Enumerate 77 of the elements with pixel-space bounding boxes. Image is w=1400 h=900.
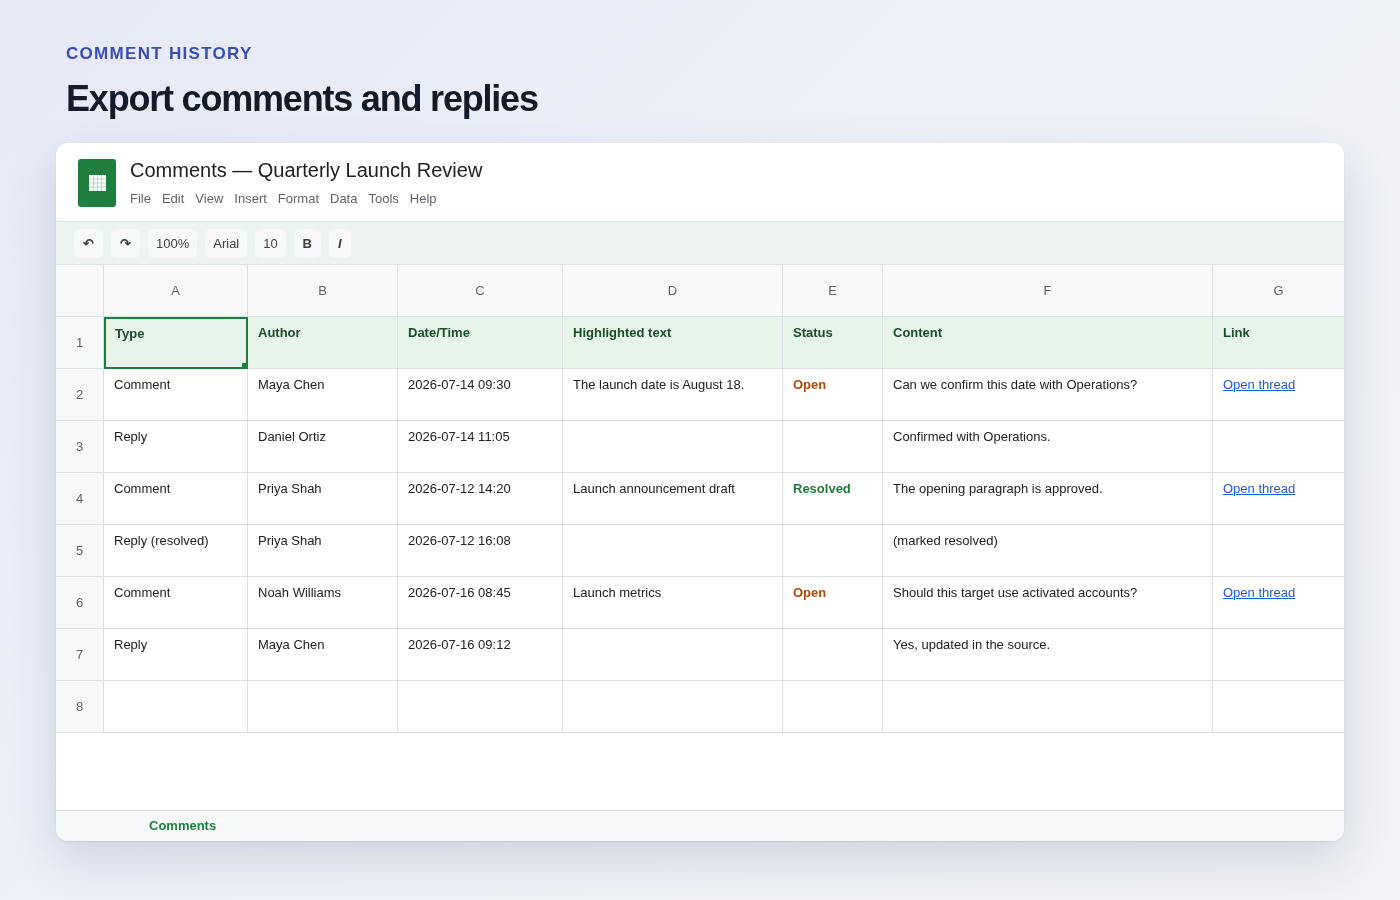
document-title: Comments — Quarterly Launch Review — [130, 158, 483, 182]
status-label: Open — [793, 377, 827, 392]
row-number[interactable]: 7 — [56, 629, 104, 681]
page-title: Export comments and replies — [66, 77, 539, 121]
menu-item[interactable]: Format — [277, 191, 319, 207]
header-cell: Type — [104, 317, 248, 369]
select-all-corner[interactable] — [56, 265, 104, 317]
table-cell: Maya Chen — [248, 369, 398, 421]
column-header[interactable]: F — [883, 265, 1213, 317]
row-number[interactable]: 1 — [56, 317, 104, 369]
header-cell: Link — [1213, 317, 1344, 369]
menu-item[interactable]: Edit — [161, 191, 185, 207]
font-button[interactable]: Arial — [205, 228, 248, 258]
sheet-tab[interactable]: Comments — [137, 811, 229, 841]
table-cell: Comment — [104, 369, 248, 421]
table-cell: Reply — [104, 629, 248, 681]
table-cell: Confirmed with Operations. — [883, 421, 1213, 473]
undo-button[interactable]: ↶ — [74, 228, 103, 258]
thread-link[interactable]: Open thread — [1223, 585, 1296, 600]
menu-item[interactable]: Help — [409, 191, 437, 207]
header-cell: Date/Time — [398, 317, 563, 369]
table-cell: Launch metrics — [563, 577, 783, 629]
column-header[interactable]: C — [398, 265, 563, 317]
column-header[interactable]: B — [248, 265, 398, 317]
menu-item[interactable]: Insert — [234, 191, 267, 207]
table-cell: 2026-07-12 14:20 — [398, 473, 563, 525]
menu-item[interactable]: Tools — [368, 191, 399, 207]
table-cell: Priya Shah — [248, 525, 398, 577]
table-cell: 2026-07-12 16:08 — [398, 525, 563, 577]
column-header[interactable]: E — [783, 265, 883, 317]
status-label: Open — [793, 585, 827, 600]
table-cell: Can we confirm this date with Operations? — [883, 369, 1213, 421]
table-cell: Comment — [104, 473, 248, 525]
font-size-button[interactable]: 10 — [255, 228, 286, 258]
bold-button[interactable]: B — [293, 228, 321, 258]
zoom-button[interactable]: 100% — [148, 228, 198, 258]
thread-link[interactable]: Open thread — [1223, 481, 1296, 496]
thread-link[interactable]: Open thread — [1223, 377, 1296, 392]
table-cell: Reply (resolved) — [104, 525, 248, 577]
table-cell: (marked resolved) — [883, 525, 1213, 577]
column-header[interactable]: G — [1213, 265, 1344, 317]
table-cell: Noah Williams — [248, 577, 398, 629]
row-number[interactable]: 8 — [56, 681, 104, 733]
table-cell: 2026-07-16 09:12 — [398, 629, 563, 681]
spreadsheet-icon — [78, 159, 116, 207]
header-cell: Highlighted text — [563, 317, 783, 369]
table-cell: Maya Chen — [248, 629, 398, 681]
status-label: Resolved — [793, 481, 851, 496]
table-cell: Daniel Ortiz — [248, 421, 398, 473]
section-label: COMMENT HISTORY — [66, 43, 254, 65]
table-cell: 2026-07-14 09:30 — [398, 369, 563, 421]
row-number[interactable]: 4 — [56, 473, 104, 525]
row-number[interactable]: 3 — [56, 421, 104, 473]
table-cell: Should this target use activated accounts? — [883, 577, 1213, 629]
row-number[interactable]: 6 — [56, 577, 104, 629]
table-cell: The opening paragraph is approved. — [883, 473, 1213, 525]
table-cell: Launch announcement draft — [563, 473, 783, 525]
table-cell: 2026-07-16 08:45 — [398, 577, 563, 629]
table-cell: Priya Shah — [248, 473, 398, 525]
header-cell: Author — [248, 317, 398, 369]
italic-button[interactable]: I — [328, 228, 351, 258]
table-cell: The launch date is August 18. — [563, 369, 783, 421]
table-cell: 2026-07-14 11:05 — [398, 421, 563, 473]
header-cell: Status — [783, 317, 883, 369]
redo-button[interactable]: ↷ — [111, 228, 140, 258]
column-header[interactable]: A — [104, 265, 248, 317]
menu-item[interactable]: View — [195, 191, 224, 207]
row-number[interactable]: 5 — [56, 525, 104, 577]
header-cell: Content — [883, 317, 1213, 369]
table-cell: Reply — [104, 421, 248, 473]
row-number[interactable]: 2 — [56, 369, 104, 421]
column-header[interactable]: D — [563, 265, 783, 317]
menu-item[interactable]: File — [130, 191, 151, 207]
table-cell: Comment — [104, 577, 248, 629]
menu-item[interactable]: Data — [330, 191, 358, 207]
table-cell: Yes, updated in the source. — [883, 629, 1213, 681]
fill-handle-icon[interactable] — [242, 363, 248, 369]
